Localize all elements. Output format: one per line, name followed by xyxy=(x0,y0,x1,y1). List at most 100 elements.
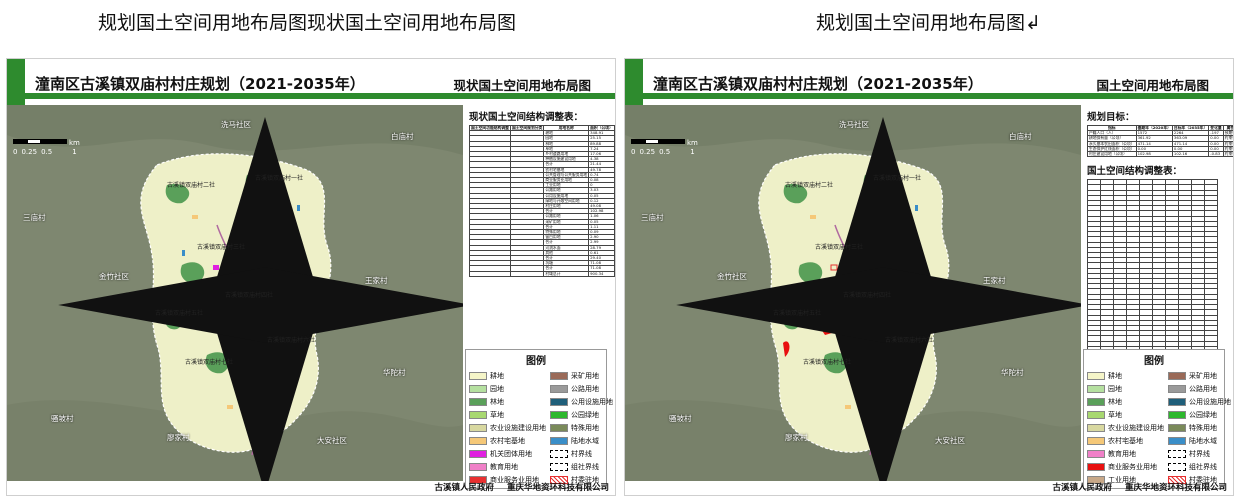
legend-swatch xyxy=(1168,384,1186,393)
legend-label: 公路用地 xyxy=(571,384,599,393)
legend-item: 农业设施建设用地 xyxy=(469,422,546,433)
legend-swatch xyxy=(1168,397,1186,406)
legend-swatch xyxy=(550,423,568,432)
legend-swatch xyxy=(469,436,487,445)
legend-swatch xyxy=(1087,436,1105,445)
land-structure-table: 国土空间功能结构调整国土空间规划分类用地名称面积（公顷）比重（%）耕地348.9… xyxy=(469,124,615,277)
legend-swatch xyxy=(550,436,568,445)
legend-item: 公园绿地 xyxy=(1168,409,1231,420)
legend-label: 特殊用地 xyxy=(1189,423,1217,432)
legend-item: 特殊用地 xyxy=(1168,422,1231,433)
legend-swatch xyxy=(469,410,487,419)
legend-item: 草地 xyxy=(1087,409,1164,420)
legend-item: 园地 xyxy=(1087,383,1164,394)
legend-item: 村界线 xyxy=(1168,448,1231,459)
legend-label: 采矿用地 xyxy=(571,371,599,380)
legend-label: 村界线 xyxy=(571,449,592,458)
land-use-map[interactable]: km 0 0.25 0.5 1 洗马社区 白庙村 三庙村 金竹社区 王家村 华陀村 骚… xyxy=(7,105,463,481)
legend-swatch xyxy=(469,462,487,471)
footer-government: 古溪镇人民政府 xyxy=(1052,483,1113,493)
legend-swatch xyxy=(469,397,487,406)
group-label: 古溪镇双庙村四社 xyxy=(225,292,274,299)
group-label: 古溪镇双庙村七社 xyxy=(185,359,234,366)
legend-swatch xyxy=(550,449,568,458)
plan-title: 潼南区古溪镇双庙村村庄规划（2021-2035年） xyxy=(653,75,983,93)
legend-item: 组社界线 xyxy=(550,461,613,472)
legend-title: 图例 xyxy=(1144,356,1164,367)
legend-label: 陆地水域 xyxy=(1189,436,1217,445)
legend-item: 耕地 xyxy=(1087,370,1164,381)
legend-label: 耕地 xyxy=(490,371,504,380)
legend: 图例 耕地 采矿用地 园地 公路用地 林地 公用设施用地 草地 公园绿地 农业设施建设用地 特殊用… xyxy=(465,349,613,489)
group-label: 古溪镇双庙村一社 xyxy=(255,175,304,182)
legend-label: 机关团体用地 xyxy=(490,449,532,458)
legend-swatch xyxy=(469,449,487,458)
legend-label: 公路用地 xyxy=(1189,384,1217,393)
legend-label: 陆地水域 xyxy=(571,436,599,445)
legend-swatch xyxy=(550,410,568,419)
legend-label: 特殊用地 xyxy=(571,423,599,432)
legend-item: 陆地水域 xyxy=(1168,435,1231,446)
legend-label: 村界线 xyxy=(1189,449,1210,458)
planning-goals-table: 指标 基期年（2020年） 目标年（2035年） 变化量 属性 户籍人口（人） 1572 22… xyxy=(1087,124,1233,158)
legend-item: 农业设施建设用地 xyxy=(1087,422,1164,433)
label-daan: 大安社区 xyxy=(317,436,347,445)
legend-item: 公用设施用地 xyxy=(550,396,613,407)
map-subtitle: 现状国土空间用地布局图 xyxy=(453,78,591,93)
label-sanmiao: 三庙村 xyxy=(641,213,664,222)
land-use-map[interactable]: km 0 0.25 0.5 1 洗马社区 白庙村 三庙村 金竹社区 王家村 华陀村 骚… xyxy=(625,105,1081,481)
legend-swatch xyxy=(1168,371,1186,380)
legend-item: 陆地水域 xyxy=(550,435,613,446)
legend-swatch xyxy=(1168,423,1186,432)
legend-label: 公园绿地 xyxy=(1189,410,1217,419)
legend-item: 机关团体用地 xyxy=(469,448,546,459)
legend-title: 图例 xyxy=(526,356,546,367)
group-label: 古溪镇双庙村二社 xyxy=(167,182,216,189)
legend-item: 组社界线 xyxy=(1168,461,1231,472)
legend-label: 林地 xyxy=(490,397,504,406)
legend-swatch xyxy=(1168,410,1186,419)
label-liaojia: 廖家村 xyxy=(785,433,808,442)
plan-title: 潼南区古溪镇双庙村村庄规划（2021-2035年） xyxy=(35,75,365,93)
group-label: 古溪镇双庙村四社 xyxy=(843,292,892,299)
group-label: 古溪镇双庙村三社 xyxy=(197,244,246,251)
legend-item: 商业服务业用地 xyxy=(1087,461,1164,472)
legend-swatch xyxy=(1087,462,1105,471)
legend-item: 林地 xyxy=(469,396,546,407)
group-label: 古溪镇双庙村三社 xyxy=(815,244,864,251)
legend-item: 农村宅基地 xyxy=(1087,435,1164,446)
legend-label: 公园绿地 xyxy=(571,410,599,419)
footer: 古溪镇人民政府 重庆华地资环科技有限公司 xyxy=(625,481,1233,495)
legend-swatch xyxy=(1087,423,1105,432)
legend-swatch xyxy=(550,384,568,393)
label-xima: 洗马社区 xyxy=(221,120,251,129)
label-baimiao: 白庙村 xyxy=(391,132,414,141)
group-label: 古溪镇双庙村二社 xyxy=(785,182,834,189)
table-title: 国土空间结构调整表： xyxy=(1087,166,1183,178)
legend-item: 林地 xyxy=(1087,396,1164,407)
footer-company: 重庆华地资环科技有限公司 xyxy=(1124,483,1227,493)
left-caption: 规划国土空间用地布局图现状国土空间用地布局图 xyxy=(98,12,517,34)
legend-label: 草地 xyxy=(1108,410,1122,419)
group-label: 古溪镇双庙村五社 xyxy=(155,310,204,317)
legend-swatch xyxy=(550,397,568,406)
legend-item: 草地 xyxy=(469,409,546,420)
footer-company: 重庆华地资环科技有限公司 xyxy=(506,483,609,493)
legend-label: 耕地 xyxy=(1108,371,1122,380)
legend-swatch xyxy=(1168,436,1186,445)
right-caption: 规划国土空间用地布局图↲ xyxy=(816,12,1041,34)
legend: 图例 耕地 采矿用地 园地 公路用地 林地 公用设施用地 草地 公园绿地 农业设施建设用地 特殊用… xyxy=(1083,349,1231,489)
group-label: 古溪镇双庙村六社 xyxy=(885,337,934,344)
group-label: 古溪镇双庙村六社 xyxy=(267,337,316,344)
green-accent-bar xyxy=(7,59,25,105)
legend-swatch xyxy=(1087,449,1105,458)
legend-label: 组社界线 xyxy=(571,462,599,471)
table-row: 村域总计900.34100 xyxy=(469,270,615,277)
legend-item: 公路用地 xyxy=(1168,383,1231,394)
legend-swatch xyxy=(1087,384,1105,393)
legend-item: 农村宅基地 xyxy=(469,435,546,446)
label-sanmiao: 三庙村 xyxy=(23,213,46,222)
scale-bar: km 0 0.25 0.5 1 xyxy=(13,139,80,156)
legend-label: 林地 xyxy=(1108,397,1122,406)
legend-label: 农村宅基地 xyxy=(1108,436,1143,445)
